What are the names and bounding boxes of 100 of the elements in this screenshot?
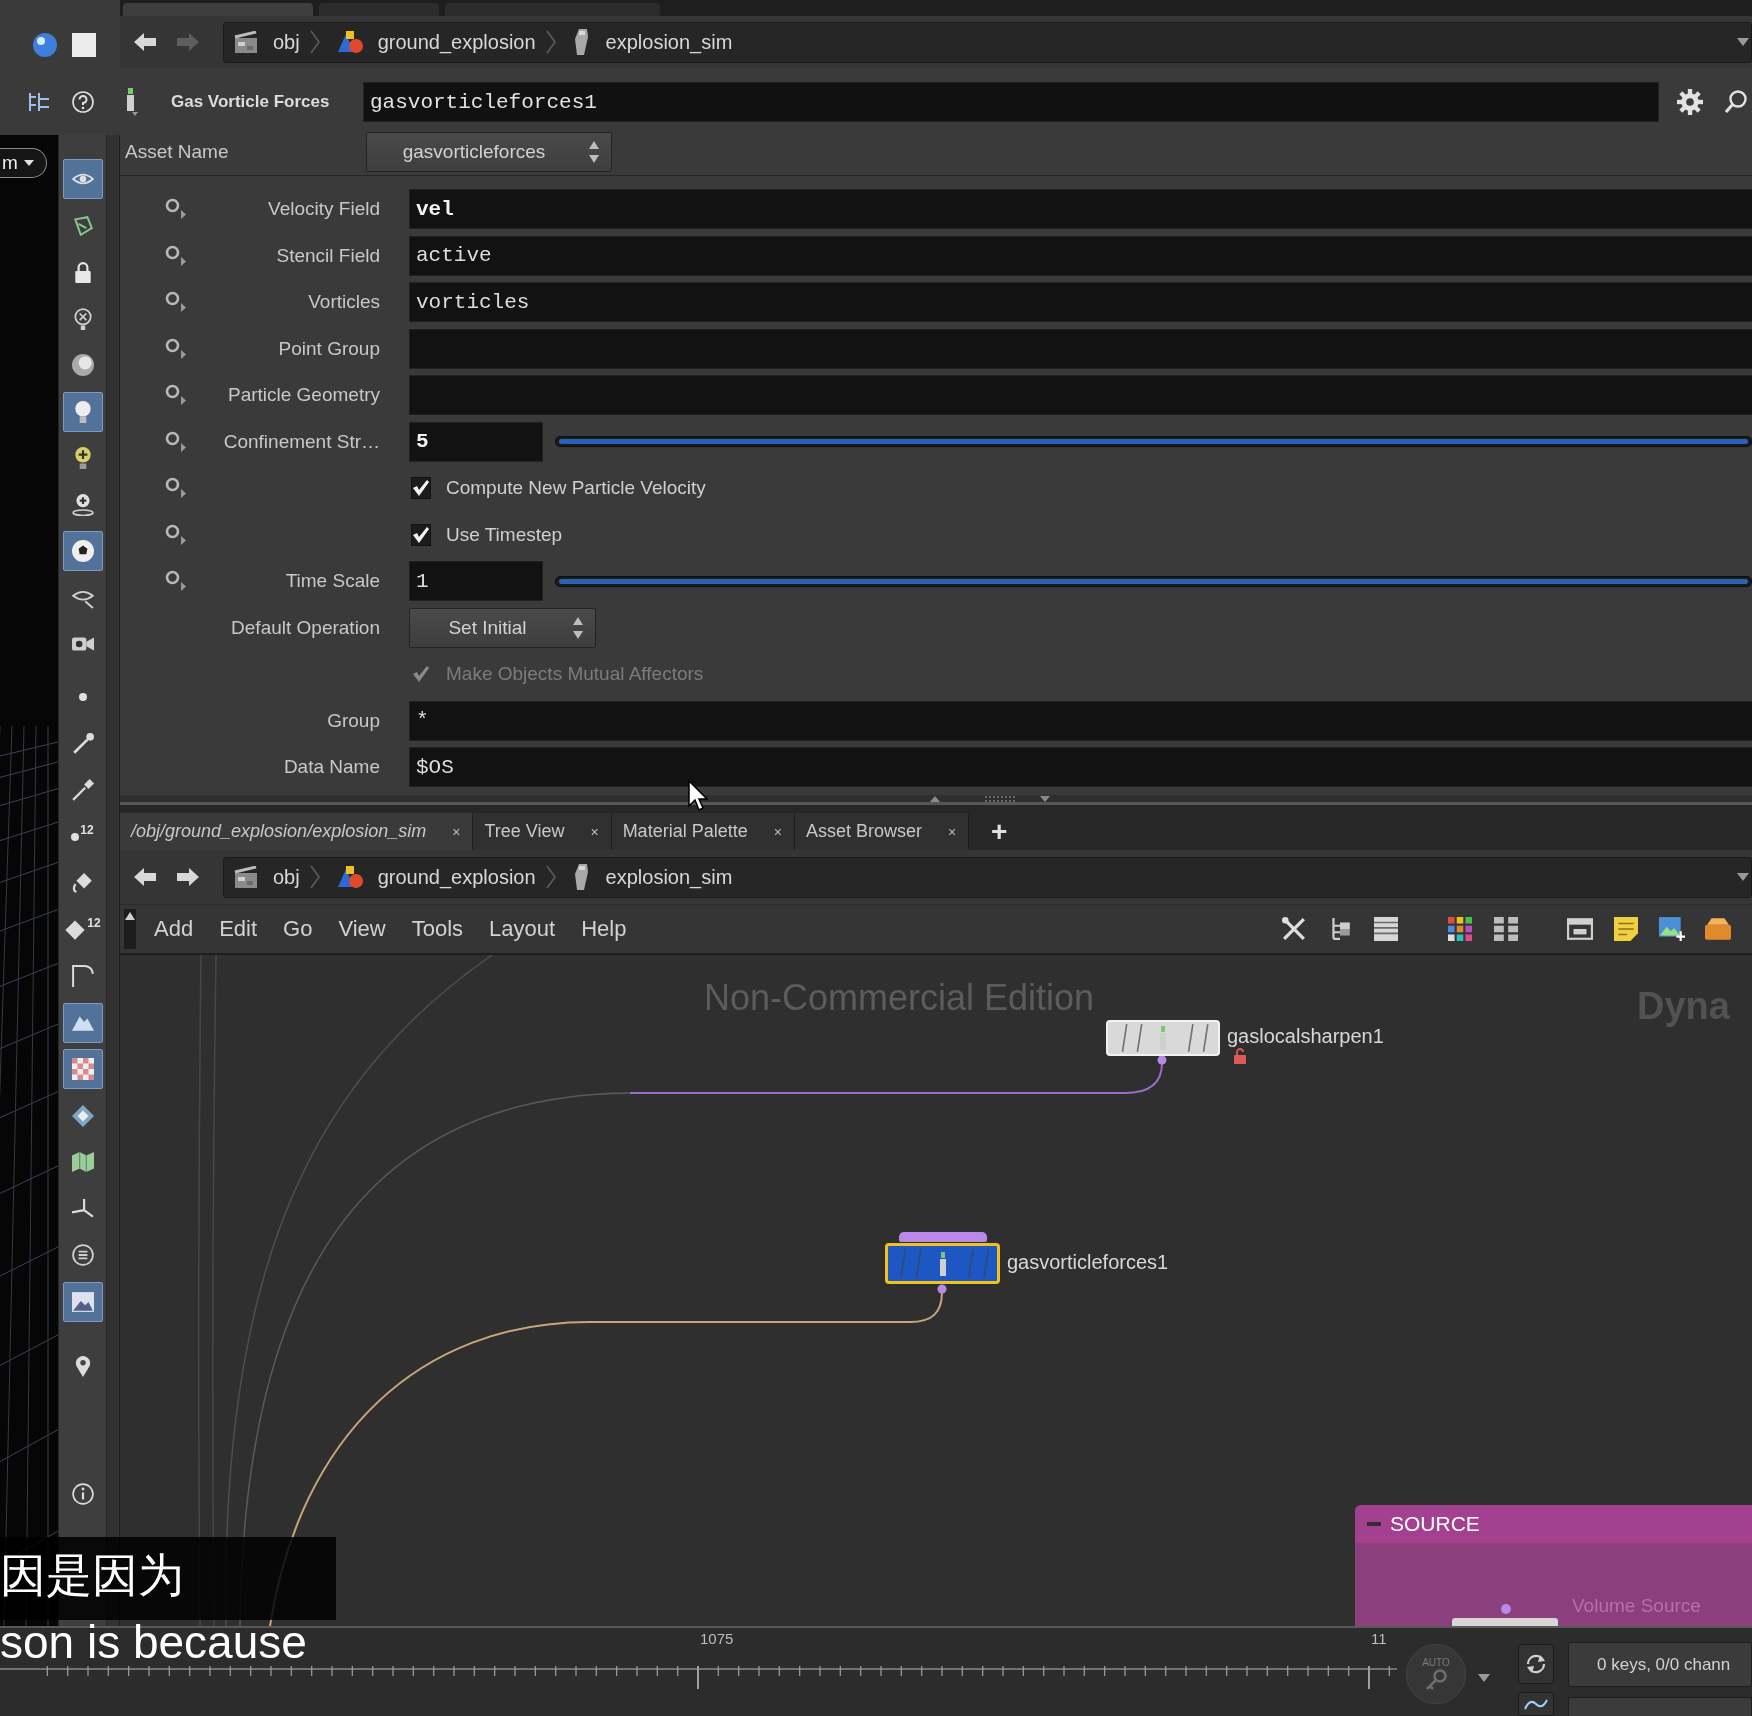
menu-item[interactable]: View (338, 916, 386, 942)
menu-item[interactable]: Edit (219, 916, 258, 942)
caret-down-icon[interactable] (1478, 1674, 1490, 1682)
parameter-label: Time Scale (285, 570, 380, 592)
image-plus-icon[interactable] (1659, 917, 1685, 941)
keyframe-button-icon[interactable] (165, 384, 187, 407)
close-button[interactable]: × (947, 823, 957, 840)
dropdown[interactable]: Set Initial (409, 607, 596, 648)
frame-label: 1075 (700, 1630, 734, 1647)
tool-button[interactable] (62, 1281, 103, 1322)
checkbox-label: Use Timestep (446, 523, 563, 546)
back-arrow-icon[interactable] (134, 867, 156, 887)
timeline-ruler[interactable] (0, 1666, 1397, 1690)
tool-button[interactable] (62, 1002, 103, 1043)
grid-icon[interactable] (1493, 917, 1519, 941)
keyframe-button-icon[interactable] (165, 337, 187, 360)
graph-button[interactable] (1518, 1692, 1554, 1716)
breadcrumb[interactable]: ground_explosion (336, 865, 536, 889)
number-field[interactable]: 1 (409, 561, 543, 602)
dropdown[interactable]: gasvorticleforces (366, 132, 612, 172)
keyframe-button-icon[interactable] (165, 198, 187, 221)
sphere-icon[interactable] (32, 32, 58, 58)
tab[interactable]: Material Palette × (611, 813, 795, 850)
keyframe-button-icon[interactable] (165, 570, 187, 593)
caret-down-icon[interactable] (1737, 38, 1749, 46)
list-icon[interactable] (1373, 917, 1399, 941)
gear-icon[interactable] (1677, 89, 1703, 115)
menu-item[interactable]: Help (581, 916, 627, 942)
pipette-icon (71, 779, 94, 801)
breadcrumb[interactable]: ground_explosion (336, 30, 536, 54)
lock-icon[interactable] (1234, 1048, 1246, 1064)
collapse-handle[interactable] (124, 909, 136, 949)
parameter-label: Stencil Field (276, 244, 380, 266)
back-arrow-icon[interactable] (134, 32, 156, 52)
output-dot-icon[interactable] (937, 1284, 947, 1294)
text-field[interactable] (409, 375, 1752, 416)
tool-button[interactable] (62, 159, 103, 199)
keyframe-button-icon[interactable] (165, 523, 187, 546)
text-field[interactable] (409, 328, 1752, 369)
input-dot-icon[interactable] (1501, 1604, 1511, 1614)
flask-icon (572, 864, 591, 890)
keyframe-button-icon[interactable] (165, 430, 187, 453)
menu-item[interactable]: Go (283, 916, 313, 942)
number-field[interactable]: 5 (409, 421, 543, 462)
viewport-menu[interactable]: m (0, 148, 47, 178)
network-box-icon[interactable] (1567, 917, 1593, 941)
text-field[interactable]: vorticles (409, 282, 1752, 323)
keyframe-button-icon[interactable] (165, 244, 187, 267)
node-label[interactable]: gaslocalsharpen1 (1227, 1023, 1384, 1049)
slider-track[interactable] (555, 575, 1752, 587)
parameter-label: Asset Name (125, 141, 230, 163)
menu-item[interactable]: Add (154, 916, 194, 942)
close-button[interactable]: × (590, 823, 599, 840)
tab[interactable]: Tree View × (473, 813, 612, 850)
tab[interactable]: /obj/ground_explosion/explosion_sim × (120, 813, 474, 850)
caret-down-icon[interactable] (1737, 873, 1749, 881)
breadcrumb[interactable]: obj (234, 30, 300, 54)
close-button[interactable]: × (773, 823, 782, 840)
text-field[interactable]: vel (409, 189, 1752, 230)
node-name-field[interactable]: gasvorticleforces1 (363, 82, 1659, 122)
sticky-note-icon[interactable] (1613, 917, 1639, 941)
keys-button[interactable]: 0 keys, 0/0 chann (1568, 1642, 1752, 1687)
color-grid-icon[interactable] (1447, 917, 1473, 941)
forward-arrow-icon[interactable] (177, 867, 199, 887)
help-icon[interactable] (72, 91, 94, 113)
refresh-button[interactable] (1518, 1644, 1554, 1684)
checker-icon (71, 1058, 94, 1080)
text-field[interactable]: active (409, 235, 1752, 276)
breadcrumb[interactable]: explosion_sim (572, 864, 733, 890)
frame-label: 11 (1371, 1630, 1387, 1647)
breadcrumb[interactable]: explosion_sim (572, 29, 733, 55)
text-field[interactable]: $OS (409, 747, 1752, 788)
box-icon[interactable] (1705, 917, 1731, 941)
menu-item[interactable]: Tools (411, 916, 464, 942)
breadcrumb[interactable]: obj (234, 865, 300, 889)
slider-track[interactable] (555, 436, 1752, 448)
checkbox[interactable] (411, 477, 431, 500)
keyframe-button-icon[interactable] (165, 477, 187, 500)
network-node[interactable] (1452, 1618, 1558, 1626)
sliders-icon[interactable] (28, 91, 50, 113)
network-node[interactable] (885, 1243, 1000, 1284)
node-label[interactable]: gasvorticleforces1 (1007, 1248, 1169, 1275)
output-dot-icon[interactable] (1157, 1055, 1167, 1065)
grip-icon[interactable] (985, 795, 1015, 802)
keyframe-button-icon[interactable] (165, 291, 187, 314)
tool-button[interactable]: 12 (62, 909, 103, 950)
tool-button[interactable] (62, 391, 103, 432)
diamond-icon (71, 1104, 94, 1127)
node-type-label: Gas Vorticle Forces (171, 92, 331, 112)
checkbox[interactable] (411, 523, 431, 546)
close-button[interactable]: × (452, 823, 461, 840)
tools-icon[interactable] (1281, 917, 1307, 941)
tool-button[interactable] (62, 531, 103, 571)
tab[interactable]: Asset Browser × (794, 813, 970, 850)
text-field[interactable]: * (409, 700, 1752, 741)
add-tab-button[interactable]: + (991, 817, 1008, 846)
tool-button[interactable]: 12 (62, 816, 103, 857)
menu-item[interactable]: Layout (489, 916, 556, 942)
search-icon[interactable] (1725, 90, 1747, 114)
tool-button[interactable] (62, 1049, 103, 1089)
